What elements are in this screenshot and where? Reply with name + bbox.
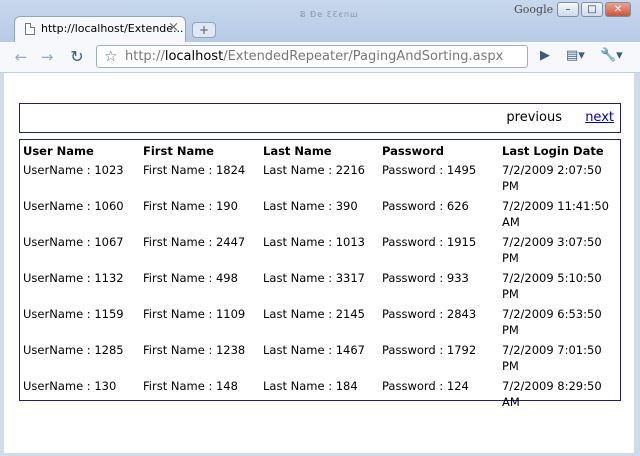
- browser-tab-active[interactable]: http://localhost/Extende... ×: [14, 16, 186, 42]
- cell-first-name: First Name : 1109: [143, 307, 246, 321]
- cell-user-name: UserName : 130: [23, 379, 117, 393]
- cell-first-name: First Name : 1238: [143, 343, 246, 357]
- cell-user-name: UserName : 1067: [23, 235, 124, 249]
- reload-button[interactable]: ↻: [66, 46, 88, 68]
- cell-first-name: First Name : 1824: [143, 163, 246, 177]
- cell-last-login-date: 7/2/2009 3:07:50 PM: [502, 235, 602, 265]
- table-row: UserName : 1060 First Name : 190 Last Na…: [23, 196, 618, 232]
- url-host: localhost: [164, 49, 224, 64]
- close-window-button[interactable]: ✕: [605, 2, 631, 17]
- cell-last-name: Last Name : 184: [263, 379, 358, 393]
- cell-last-name: Last Name : 1013: [263, 235, 365, 249]
- cell-user-name: UserName : 1159: [23, 307, 124, 321]
- cell-last-name: Last Name : 390: [263, 199, 358, 213]
- cell-user-name: UserName : 1023: [23, 163, 124, 177]
- table-row: UserName : 1023 First Name : 1824 Last N…: [23, 160, 618, 196]
- browser-brand-label: Google: [514, 3, 554, 16]
- cell-last-login-date: 7/2/2009 6:53:50 PM: [502, 307, 602, 337]
- cell-password: Password : 2843: [382, 307, 477, 321]
- users-grid: User Name First Name Last Name Password …: [19, 139, 621, 409]
- browser-toolbar: ← → ↻ ☆ http://localhost/ExtendedRepeate…: [0, 42, 640, 73]
- table-row: UserName : 1132 First Name : 498 Last Na…: [23, 268, 618, 304]
- cell-password: Password : 1915: [382, 235, 477, 249]
- cell-password: Password : 933: [382, 271, 469, 285]
- cell-first-name: First Name : 498: [143, 271, 238, 285]
- column-header-user-name: User Name: [23, 144, 94, 158]
- column-header-last-name: Last Name: [263, 144, 332, 158]
- cell-last-name: Last Name : 1467: [263, 343, 365, 357]
- window-ghost-title: Ƀ Ðe ƐƐєпш: [300, 10, 359, 19]
- cell-password: Password : 1792: [382, 343, 477, 357]
- maximize-button[interactable]: □: [581, 2, 603, 17]
- cell-user-name: UserName : 1060: [23, 199, 124, 213]
- address-bar[interactable]: ☆ http://localhost/ExtendedRepeater/Pagi…: [96, 45, 528, 68]
- users-table: User Name First Name Last Name Password …: [23, 144, 618, 412]
- table-row: UserName : 1159 First Name : 1109 Last N…: [23, 304, 618, 340]
- cell-user-name: UserName : 1132: [23, 271, 124, 285]
- page-favicon-icon: [25, 23, 35, 35]
- pager-next-link[interactable]: next: [585, 110, 614, 125]
- cell-password: Password : 626: [382, 199, 469, 213]
- cell-last-login-date: 7/2/2009 8:29:50 AM: [502, 379, 602, 409]
- back-button[interactable]: ←: [10, 46, 32, 68]
- cell-first-name: First Name : 190: [143, 199, 238, 213]
- browser-title-bar: Ƀ Ðe ƐƐєпш Google – □ ✕ http://localhost…: [0, 0, 640, 42]
- cell-last-name: Last Name : 3317: [263, 271, 365, 285]
- table-header-row: User Name First Name Last Name Password …: [23, 144, 618, 160]
- cell-password: Password : 124: [382, 379, 469, 393]
- page-menu-icon[interactable]: ▤▾: [566, 48, 585, 63]
- url-scheme: http://: [125, 49, 165, 64]
- forward-button[interactable]: →: [36, 46, 58, 68]
- url-path: /ExtendedRepeater/PagingAndSorting.aspx: [223, 49, 504, 64]
- address-url[interactable]: http://localhost/ExtendedRepeater/Paging…: [125, 49, 503, 64]
- new-tab-button[interactable]: +: [192, 22, 216, 38]
- cell-last-login-date: 7/2/2009 7:01:50 PM: [502, 343, 602, 373]
- cell-last-name: Last Name : 2145: [263, 307, 365, 321]
- cell-first-name: First Name : 148: [143, 379, 238, 393]
- cell-last-login-date: 7/2/2009 5:10:50 PM: [502, 271, 602, 301]
- cell-last-name: Last Name : 2216: [263, 163, 365, 177]
- cell-last-login-date: 7/2/2009 2:07:50 PM: [502, 163, 602, 193]
- cell-last-login-date: 7/2/2009 11:41:50 AM: [502, 199, 609, 229]
- go-icon[interactable]: ▶: [540, 48, 550, 63]
- tab-title: http://localhost/Extende...: [41, 22, 184, 35]
- cell-first-name: First Name : 2447: [143, 235, 246, 249]
- tab-close-icon[interactable]: ×: [168, 20, 179, 35]
- table-row: UserName : 1067 First Name : 2447 Last N…: [23, 232, 618, 268]
- tools-menu-icon[interactable]: 🔧▾: [600, 48, 623, 63]
- column-header-password: Password: [382, 144, 444, 158]
- minimize-button[interactable]: –: [557, 2, 579, 17]
- table-row: UserName : 130 First Name : 148 Last Nam…: [23, 376, 618, 412]
- column-header-last-login-date: Last Login Date: [502, 144, 604, 158]
- pager-previous-label: previous: [506, 110, 562, 125]
- cell-password: Password : 1495: [382, 163, 477, 177]
- pager-bar: previous next: [19, 103, 621, 133]
- page-content: previous next User Name First Name Last …: [4, 73, 634, 453]
- cell-user-name: UserName : 1285: [23, 343, 124, 357]
- column-header-first-name: First Name: [143, 144, 214, 158]
- bookmark-star-icon[interactable]: ☆: [104, 47, 117, 65]
- table-row: UserName : 1285 First Name : 1238 Last N…: [23, 340, 618, 376]
